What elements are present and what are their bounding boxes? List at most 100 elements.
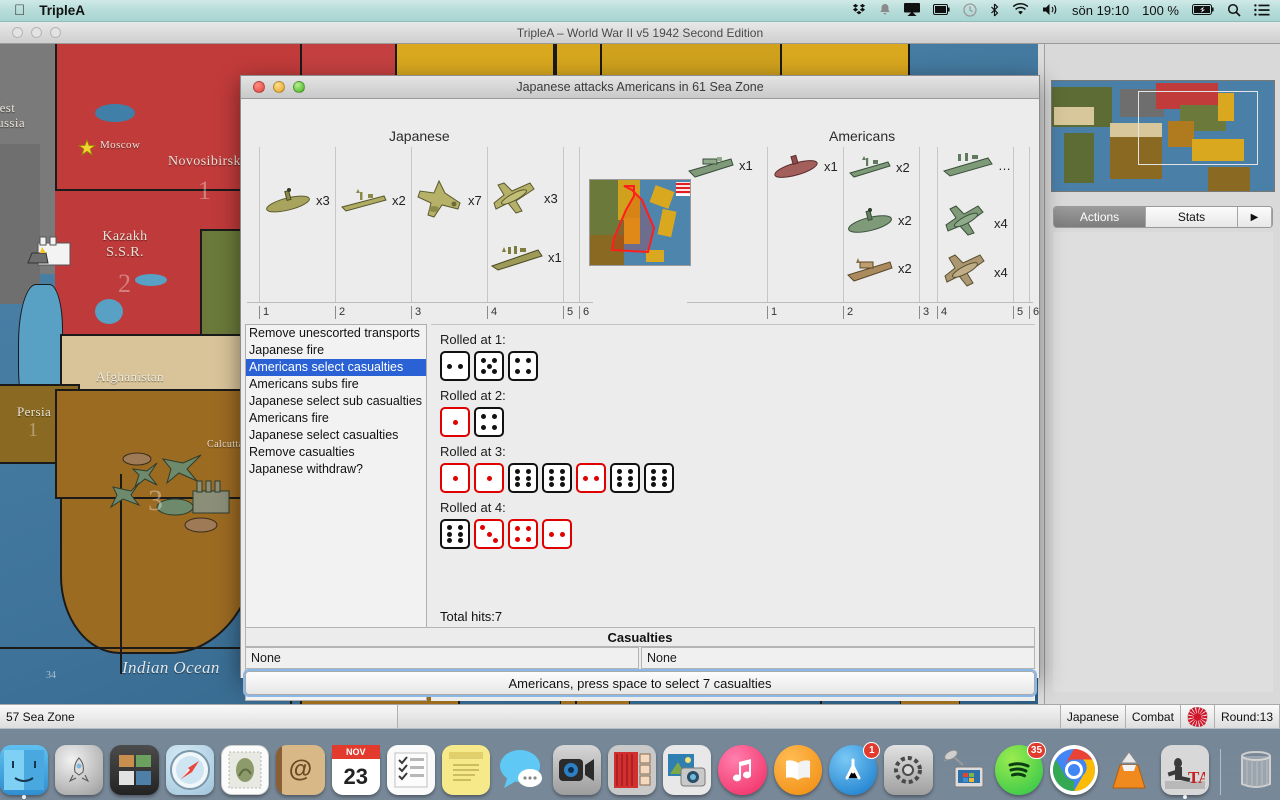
axis-tick-5: 5 [1013, 306, 1023, 319]
axis-tick-3: 3 [411, 306, 421, 319]
axis-tick-6: 6 [579, 306, 589, 319]
dock-item-vlc[interactable] [1105, 745, 1153, 795]
running-indicator [22, 795, 27, 799]
dock-item-system-preferences[interactable] [884, 745, 933, 795]
unit-submarine[interactable]: x2 [846, 205, 912, 235]
notification-center-icon[interactable] [1254, 3, 1270, 18]
dock-item-triplea[interactable]: TA [1160, 745, 1209, 799]
dock-item-itunes[interactable] [718, 745, 767, 795]
dock-item-chrome[interactable] [1050, 745, 1099, 795]
dock-item-finder[interactable] [0, 745, 49, 799]
dock-item-mail[interactable] [221, 745, 270, 795]
dock-item-launchpad[interactable] [55, 745, 104, 795]
unit-battleship[interactable]: x1 [490, 242, 562, 272]
dock-item-spotify[interactable]: 35 [994, 742, 1047, 795]
japanese-flag-icon [1180, 705, 1215, 728]
bluetooth-icon[interactable] [990, 3, 999, 19]
battery-menu-icon[interactable] [933, 4, 950, 17]
status-spacer [398, 705, 1061, 728]
unit-count: x4 [994, 215, 1008, 231]
bell-icon[interactable] [879, 3, 891, 19]
list-item[interactable]: Remove casualties [246, 444, 426, 461]
unit-fighter[interactable]: x4 [942, 203, 1008, 243]
battery-percent[interactable]: 100 % [1142, 3, 1179, 18]
list-item[interactable]: Japanese select sub casualties [246, 393, 426, 410]
die-5 [474, 351, 504, 381]
casualties-fields: None None [245, 647, 1035, 669]
dice-row [440, 407, 1035, 437]
battle-dialog-titlebar: Japanese attacks Americans in 61 Sea Zon… [241, 76, 1039, 99]
tab-next-arrow[interactable]: ▶ [1238, 207, 1272, 227]
dropbox-icon[interactable] [852, 3, 866, 19]
minimap[interactable] [1051, 80, 1275, 192]
unit-submarine[interactable]: x1 [772, 151, 838, 181]
unit-fighter[interactable]: x7 [414, 179, 482, 221]
dock-item-ibooks[interactable] [773, 745, 822, 795]
apple-icon[interactable]:  [14, 3, 25, 18]
minimap-viewport-rect[interactable] [1138, 91, 1258, 165]
dock-item-safari[interactable] [165, 745, 214, 795]
list-item-selected[interactable]: Americans select casualties [246, 359, 426, 376]
dock-item-remote-desktop[interactable] [940, 745, 988, 795]
dock-item-photos[interactable] [663, 745, 712, 795]
territory-europe-gray[interactable] [0, 144, 40, 304]
map-unit-stack-europe[interactable] [18, 229, 88, 277]
attacker-heading: Japanese [389, 128, 450, 144]
dice-row [440, 463, 1035, 493]
defender-column-0: x1 [687, 147, 767, 302]
die-1-hit [474, 463, 504, 493]
tab-actions[interactable]: Actions [1054, 207, 1146, 227]
dock-item-facetime[interactable] [552, 745, 601, 795]
tab-stats[interactable]: Stats [1146, 207, 1238, 227]
map-unit-stack-india[interactable] [105, 429, 235, 539]
unit-count: x3 [316, 192, 330, 208]
dock-item-notes[interactable] [442, 745, 491, 795]
search-icon[interactable] [1227, 3, 1241, 19]
axis-tick-1: 1 [767, 306, 777, 319]
airplay-icon[interactable] [904, 3, 921, 18]
die-1-hit [440, 463, 470, 493]
unit-bomber[interactable]: x3 [490, 179, 558, 217]
desktop-screen:  TripleA [0, 0, 1280, 800]
menubar-clock[interactable]: sön 19:10 [1072, 3, 1129, 18]
roll-label: Rolled at 3: [440, 444, 506, 459]
timemachine-icon[interactable] [963, 2, 977, 19]
dock-item-app-store[interactable]: 1 [828, 742, 881, 795]
die-2-hit [576, 463, 606, 493]
dock-item-reminders[interactable] [386, 745, 436, 795]
unit-destroyer[interactable]: x2 [340, 187, 406, 213]
die-2 [440, 351, 470, 381]
list-item[interactable]: Japanese fire [246, 342, 426, 359]
minimap-south-america [1064, 133, 1094, 183]
select-casualties-button[interactable]: Americans, press space to select 7 casua… [245, 671, 1035, 695]
battle-dialog-title: Japanese attacks Americans in 61 Sea Zon… [516, 80, 764, 94]
unit-transport[interactable]: x2 [846, 253, 912, 283]
dock-item-contacts[interactable]: @ [276, 745, 325, 795]
panel-tabs[interactable]: Actions Stats ▶ [1053, 206, 1273, 228]
axis-tick-1: 1 [259, 306, 269, 319]
dock-item-mission-control[interactable] [110, 745, 159, 795]
list-item[interactable]: Americans fire [246, 410, 426, 427]
casualties-attacker: None [245, 647, 639, 669]
unit-transport[interactable]: x1 [687, 151, 753, 179]
axis-tick-2: 2 [843, 306, 853, 319]
unit-bomber[interactable]: x4 [942, 253, 1008, 291]
defender-heading: Americans [829, 128, 896, 144]
unit-submarine[interactable]: x3 [264, 185, 330, 215]
list-item[interactable]: Remove unescorted transports [246, 325, 426, 342]
volume-icon[interactable] [1042, 3, 1059, 18]
wifi-icon[interactable] [1012, 3, 1029, 18]
defender-column-5 [1013, 147, 1029, 302]
list-item[interactable]: Japanese withdraw? [246, 461, 426, 478]
dock-item-calendar[interactable]: NOV 23 [331, 745, 380, 795]
list-item[interactable]: Japanese select casualties [246, 427, 426, 444]
dock-item-photo-booth[interactable] [607, 745, 657, 795]
unit-destroyer[interactable]: x2 [848, 155, 910, 179]
dock-item-messages[interactable] [497, 745, 545, 795]
dock-item-trash[interactable] [1232, 745, 1280, 795]
unit-count: x2 [898, 260, 912, 276]
list-item[interactable]: Americans subs fire [246, 376, 426, 393]
battery-icon[interactable] [1192, 4, 1214, 17]
menubar-app-name[interactable]: TripleA [39, 3, 85, 18]
unit-cruiser[interactable]: … [942, 151, 1011, 179]
